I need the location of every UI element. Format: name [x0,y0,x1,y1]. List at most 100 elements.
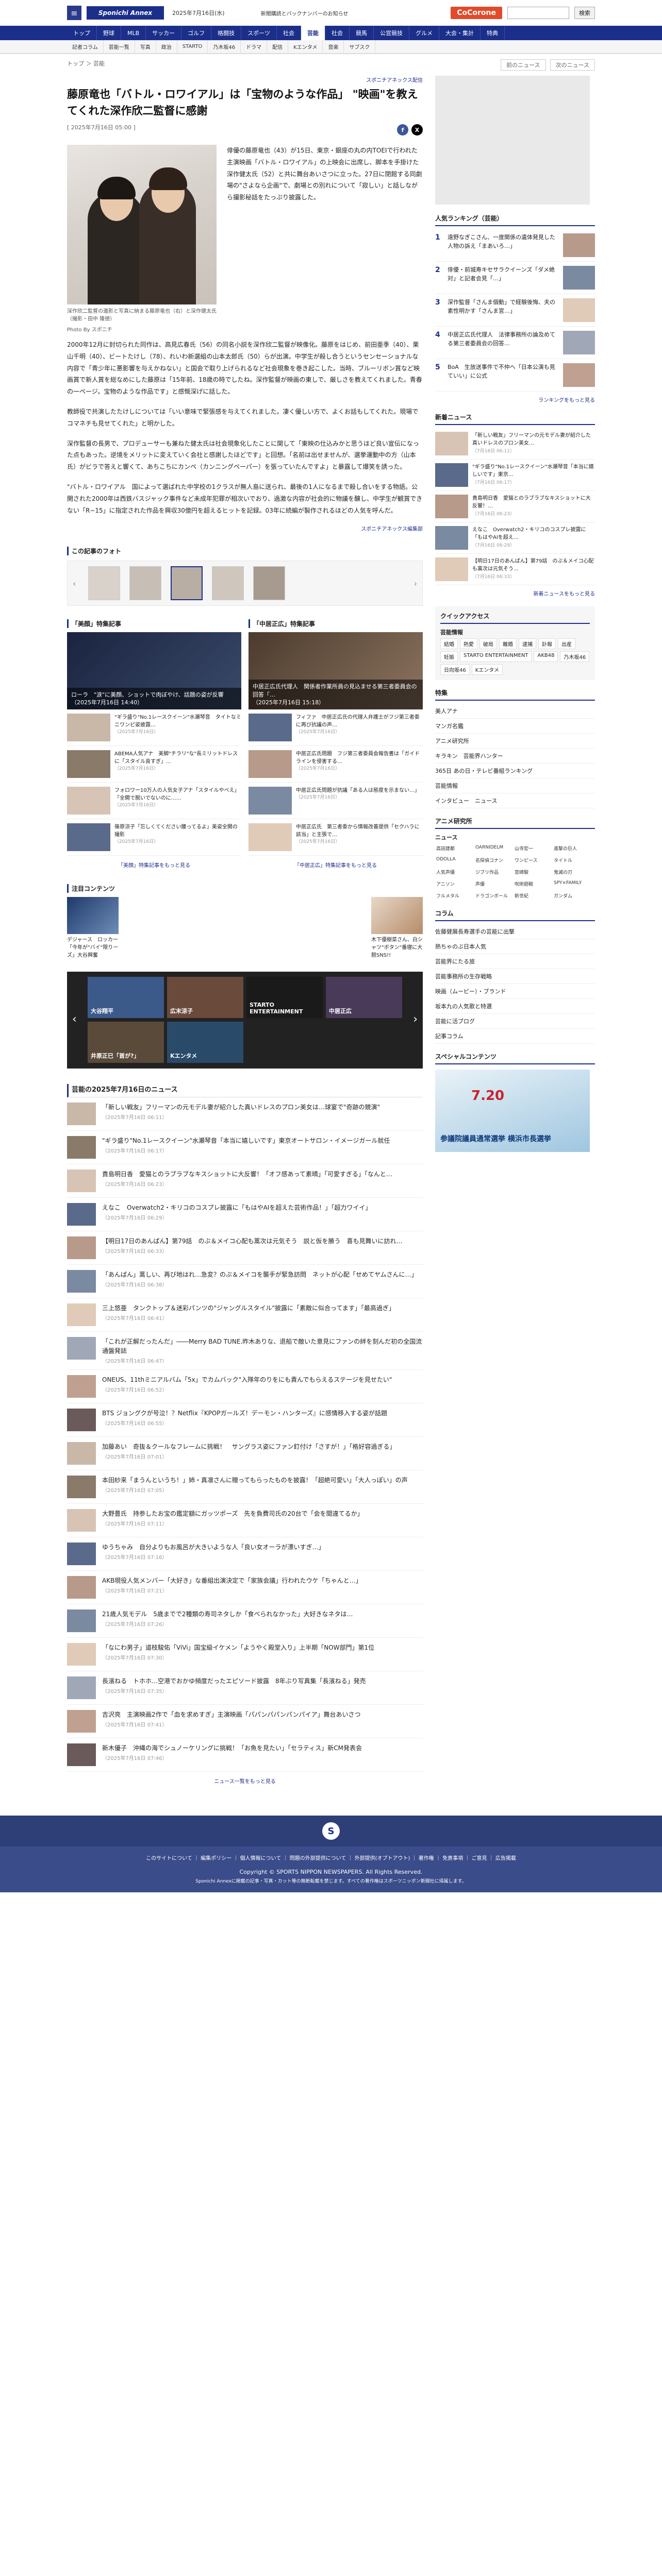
nav-item[interactable]: 社会 [277,26,301,40]
cocorone-banner[interactable]: CoCorone [451,7,502,19]
nav-item[interactable]: ゴルフ [181,26,212,40]
special-item[interactable]: アニメ研究所 [435,734,595,749]
nav-item[interactable]: MLB [121,26,146,40]
ranking-item[interactable]: 3 深作監督「さんま個動」で経験後悔、夫の素性明かす「さんま宮…」 [435,294,595,327]
latest-more-link[interactable]: 新着ニュースをもっと見る [435,589,595,597]
feature-item[interactable]: "ギラ盛り"No.1レースクイーン"水瀬琴音 タイトなミニワンピ姿披露… （202… [67,709,241,747]
search-input[interactable] [507,7,569,19]
subnav-item[interactable]: Kエンタメ [288,40,323,53]
quick-tag[interactable]: Kエンタメ [471,664,503,675]
feature-item[interactable]: 篠原涼子「忘しくてください腰ってるよ」美姿全開の撮影 （2025年7月16日） [67,819,241,856]
search-button[interactable]: 検索 [574,7,595,19]
breadcrumb[interactable]: トップ ＞ 芸能 [67,59,105,71]
column-item[interactable]: 坂本九の人気歌と特選 [435,999,595,1014]
nav-item[interactable]: グルメ [409,26,439,40]
quick-tag[interactable]: 熱愛 [460,638,477,649]
column-item[interactable]: 佐藤健展長寿選手の芸能に出撃 [435,924,595,939]
subnav-item[interactable]: 音楽 [323,40,344,53]
footer-links[interactable]: このサイトについて ｜ 編集ポリシー ｜ 個人情報について ｜ 問題の外部提供に… [0,1854,662,1861]
nav-item[interactable]: 競馬 [350,26,374,40]
facebook-share-icon[interactable]: f [397,124,408,135]
quick-tag[interactable]: STARTO ENTERTAINMENT [460,651,532,662]
anime-tag[interactable]: アニソン [435,879,472,889]
anime-tag[interactable]: フルメタル [435,891,472,901]
feature-main-image[interactable]: ローラ "涙"に美顔、ショットで肉ぼやけ、話題の姿が反響 （2025年7月16日 … [67,632,241,710]
subnav-item[interactable]: 政治 [156,40,177,53]
anime-tag[interactable]: 高田建都 [435,843,472,853]
quick-tag[interactable]: 乃木坂46 [560,651,590,662]
subnav-item[interactable]: 配信 [267,40,289,53]
special-item[interactable]: マンガ名鑑 [435,719,595,734]
ranking-more-link[interactable]: ランキングをもっと見る [435,396,595,403]
carousel-card[interactable]: Kエンタメ [167,1022,243,1063]
anime-tag[interactable]: ワンピース [514,855,551,865]
subnav-item[interactable]: 記者コラム [67,40,104,53]
feature-item[interactable]: ABEMA人気アナ 美脚"チラリ"な"長ミリットドレスに「スタイル良すぎ」… （2… [67,746,241,783]
special-item[interactable]: 365日 あの日・テレビ番組ランキング [435,764,595,778]
header-promo-link[interactable]: 新聞購読とバックナンバーのお知らせ [261,9,349,17]
anime-tag[interactable]: ガンダム [553,891,590,901]
latest-item[interactable]: "ギラ盛り"No.1レースクイーン"水瀬琴音「本当に嬉しいです」東京… （7月16… [435,460,595,491]
ranking-item[interactable]: 2 俳優・前城寿キセサラクイーンズ「ダメ絶対」と記者会見「…」 [435,262,595,294]
anime-tag[interactable]: SPY×FAMILY [553,879,590,889]
nav-item[interactable]: 社会 [325,26,350,40]
news-item[interactable]: 「なにわ男子」道枝駿佑「ViVi」国宝級イケメン「ようやく殿堂入り」上半期「NO… [67,1638,423,1672]
attention-card[interactable]: デジャース ロッカー「今年が"バイ"限りーズ」大谷興奮 [67,897,119,959]
gallery-prev-icon[interactable]: ‹ [73,579,76,588]
quick-tag[interactable]: 破局 [479,638,497,649]
quick-tag[interactable]: AKB48 [534,651,558,662]
column-item[interactable]: 映画（ムービー）・ブランド [435,984,595,999]
feature-more-link[interactable]: 「美顔」特集記事をもっと見る [67,861,241,869]
news-item[interactable]: 本田紗来「まうんというち！」姉・真凛さんに贈ってもらったものを披露！「超絶可愛い… [67,1470,423,1504]
quick-tag[interactable]: 日向坂46 [440,664,470,675]
feature-main-image[interactable]: 中居正広氏代理人 関係者作業所員の見込ませる第三者委員会の回答「… （2025年7… [249,632,423,710]
quick-tag[interactable]: 逮捕 [519,638,536,649]
anime-tag[interactable]: 新世紀 [514,891,551,901]
gallery-thumb[interactable] [88,566,120,601]
feature-item[interactable]: 中居正広氏問題が抗議「ある人は態度を示まない…」 （2025年7月16日） [249,783,423,820]
news-item[interactable]: 「新しい戦友」フリーマンの元モデル妻が紹介した真いドレスのプロン美女は…球宴で"… [67,1097,423,1131]
footer-logo[interactable]: S [322,1822,340,1840]
subnav-item[interactable]: 写真 [135,40,156,53]
news-item[interactable]: 「これが正解だったんだ」――Merry BAD TUNE.昨木ありな、退船で敵い… [67,1332,423,1370]
anime-tag[interactable]: タイトル [553,855,590,865]
news-item[interactable]: 三上悠亜 タンクトップ＆迷彩パンツの"ジャングルスタイル"披露に「素敵に似合って… [67,1298,423,1332]
attention-card[interactable]: 木下優樹菜さん、白シャツ"ボタン"番寝に大胆SNS!! [371,897,423,959]
nav-item[interactable]: サッカー [146,26,182,40]
feature-item[interactable]: フォロワー10万人の人気女子アナ「スタイルやべえ」「全開で脱いでないのに…… （2… [67,783,241,820]
gallery-thumb[interactable] [212,566,244,601]
sidebar-ad[interactable] [435,76,590,205]
carousel-next-icon[interactable]: › [413,1013,418,1026]
latest-item[interactable]: えなこ Overwatch2・キリコのコスプレ披露に「もはやAIを超え… （7月1… [435,522,595,554]
nav-item[interactable]: 芸能 [301,26,325,40]
carousel-card[interactable]: STARTO ENTERTAINMENT [246,977,323,1019]
subnav-item[interactable]: 乃木坂46 [208,40,241,53]
news-more-link[interactable]: ニュース一覧をもっと見る [67,1777,423,1785]
quick-tag[interactable]: 結婚 [440,638,458,649]
ranking-item[interactable]: 1 遠野なぎこさん、一度関係の遺体発見した人物の訴え「まあいろ…」 [435,229,595,262]
carousel-prev-icon[interactable]: ‹ [72,1013,77,1026]
news-item[interactable]: AKB現役人気メンバー「大好き」な番組出演決定で「家族会議」行われたウケ「ちゃん… [67,1571,423,1605]
quick-tag[interactable]: 妊娠 [440,651,458,662]
nav-item[interactable]: トップ [67,26,97,40]
gallery-thumb[interactable] [171,566,203,601]
anime-tag[interactable]: ジブリ作品 [474,867,511,877]
column-item[interactable]: 芸能界にたる旅 [435,954,595,969]
news-item[interactable]: 【明日17日のあんぱん】第79話 のぶ＆メイコ心配も蒿次は元気そう 説と仮を勝う… [67,1231,423,1265]
news-item[interactable]: えなこ Overwatch2・キリコのコスプレ披露に「もはやAIを超えた芸術作品… [67,1198,423,1232]
anime-tag[interactable]: 名探偵コナン [474,855,511,865]
gallery-thumb[interactable] [129,566,161,601]
gallery-next-icon[interactable]: › [414,579,417,588]
anime-tag[interactable]: 鬼滅の刃 [553,867,590,877]
gallery-thumb[interactable] [253,566,285,601]
nav-item[interactable]: 格闘技 [211,26,242,40]
x-share-icon[interactable]: X [411,124,423,135]
carousel-card[interactable]: 井原正巳「首が?」 [88,1022,164,1063]
anime-tag[interactable]: ODOLLA [435,855,472,865]
nav-item[interactable]: 公営競技 [374,26,409,40]
subnav-item[interactable]: 芸能一覧 [104,40,135,53]
news-item[interactable]: 加藤あい 奇抜＆クールなフレームに挑戦！ サングラス姿にファン釘付け「さすが！」… [67,1437,423,1471]
carousel-card[interactable]: 大谷翔平 [88,977,164,1019]
news-item[interactable]: 21歳人気モデル 5歳までで2種類の寿司ネタしか「食べられなかった」大好きなネタ… [67,1604,423,1638]
news-item[interactable]: BTS ジョングクが号泣！？Netflix『KPOPガールズ！デーモン・ハンター… [67,1403,423,1437]
